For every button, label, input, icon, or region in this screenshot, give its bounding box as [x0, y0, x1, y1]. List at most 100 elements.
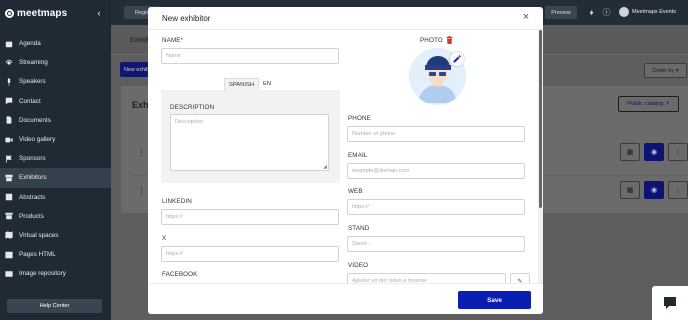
kebab-icon: ⋮ — [674, 149, 682, 156]
sidebar-item-exhibitors[interactable]: Exhibitors — [0, 168, 111, 188]
sidebar-item-documents[interactable]: Documents — [0, 111, 111, 130]
more-options-button[interactable]: ⋮ — [668, 143, 688, 161]
tab-spanish[interactable]: SPANISH — [224, 78, 260, 90]
sidebar-item-abstracts[interactable]: Abstracts — [0, 188, 111, 207]
sidebar-menu: Agenda Streaming Speakers Contact Docume… — [0, 34, 111, 283]
store-icon — [4, 174, 13, 182]
sidebar-item-label: Contact — [19, 97, 41, 105]
collapse-sidebar-icon[interactable]: ‹ — [94, 8, 104, 18]
description-textarea[interactable]: Description ◢ — [170, 114, 329, 171]
save-button[interactable]: Save — [458, 291, 531, 309]
info-icon[interactable]: ⓘ — [602, 8, 611, 17]
sidebar-item-contact[interactable]: Contact — [0, 92, 111, 111]
sidebar-item-label: Abstracts — [19, 193, 46, 201]
public-catalog-button[interactable]: Public catalog ↗ — [618, 96, 679, 112]
edit-photo-button[interactable] — [450, 52, 464, 66]
document-icon — [4, 116, 13, 124]
modal-footer: Save — [148, 283, 543, 314]
scrollbar-thumb[interactable] — [539, 30, 542, 208]
sidebar-item-label: Pages HTML — [19, 251, 56, 259]
sidebar-item-video-gallery[interactable]: Video gallery — [0, 130, 111, 149]
image-icon — [4, 270, 13, 278]
x-label: X — [162, 235, 167, 242]
sidebar-item-agenda[interactable]: Agenda — [0, 34, 111, 53]
modal-title: New exhibitor — [162, 14, 211, 23]
scrollbar[interactable] — [538, 30, 543, 287]
broadcast-icon — [4, 59, 13, 67]
video-label: VIDEO — [348, 262, 369, 269]
sidebar-item-products[interactable]: Products — [0, 207, 111, 226]
sidebar-item-label: Products — [19, 212, 44, 220]
external-link-icon: ↗ — [664, 101, 670, 107]
order-by-button[interactable]: Order by ▾ — [644, 63, 687, 78]
sidebar-item-label: Documents — [19, 116, 51, 124]
photo-label: PHOTO — [420, 37, 443, 44]
x-input[interactable]: https:// — [161, 246, 339, 262]
sidebar-item-label: Agenda — [19, 40, 41, 48]
abstract-icon — [4, 193, 13, 201]
store-action-button[interactable]: ▦ — [620, 181, 640, 199]
sidebar-item-label: Image repository — [19, 270, 66, 278]
email-input[interactable]: example@domain.com — [347, 163, 525, 179]
code-icon — [4, 251, 13, 259]
map-icon — [4, 231, 13, 240]
sidebar-item-pages-html[interactable]: Pages HTML — [0, 245, 111, 264]
web-input[interactable]: https:// — [347, 199, 525, 215]
caret-down-icon: ▾ — [675, 67, 679, 74]
sidebar-item-streaming[interactable]: Streaming — [0, 53, 111, 72]
user-menu[interactable]: Meetmaps Events — [619, 5, 676, 19]
view-button[interactable]: ◉ — [644, 143, 664, 161]
preview-button[interactable]: Preview — [545, 6, 577, 19]
kebab-icon: ⋮ — [674, 187, 682, 194]
sidebar-item-speakers[interactable]: Speakers — [0, 72, 111, 91]
user-name: Meetmaps Events — [632, 9, 677, 15]
linkedin-label: LINKEDIN — [162, 198, 192, 205]
brand-logo[interactable]: meetmaps — [5, 7, 67, 19]
avatar — [619, 7, 629, 17]
phone-label: PHONE — [348, 115, 371, 122]
brand-name: meetmaps — [17, 7, 68, 19]
sidebar-item-label: Streaming — [19, 59, 48, 67]
calendar-icon — [4, 40, 13, 48]
sidebar-item-sponsors[interactable]: Sponsors — [0, 149, 111, 168]
store-action-button[interactable]: ▦ — [620, 143, 640, 161]
tab-en[interactable]: EN — [259, 78, 275, 90]
microphone-icon — [4, 78, 13, 86]
order-by-label: Order by — [652, 67, 675, 74]
video-icon — [4, 136, 13, 144]
sidebar-item-label: Sponsors — [19, 155, 46, 163]
stand-input[interactable]: Stand... — [347, 236, 525, 252]
sidebar-item-label: Virtual spaces — [19, 231, 59, 239]
new-exhibitor-button[interactable]: New exhibitor — [120, 62, 150, 77]
phone-input[interactable]: Number of phone — [347, 126, 525, 142]
sidebar-item-image-repository[interactable]: Image repository — [0, 264, 111, 283]
eye-icon: ◉ — [650, 149, 658, 156]
eye-icon: ◉ — [650, 187, 658, 194]
stand-label: STAND — [348, 225, 370, 232]
description-section: DESCRIPTION Description ◢ — [161, 90, 340, 183]
linkedin-input[interactable]: https:// — [161, 209, 339, 225]
help-center-button[interactable]: Help Center — [7, 299, 102, 313]
chat-bubble-icon — [664, 297, 676, 309]
close-icon[interactable]: × — [521, 11, 531, 23]
trash-icon[interactable] — [446, 36, 453, 44]
more-options-button[interactable]: ⋮ — [668, 181, 688, 199]
view-button[interactable]: ◉ — [644, 181, 664, 199]
chat-icon — [4, 97, 13, 105]
web-label: WEB — [348, 188, 363, 195]
new-exhibitor-modal: New exhibitor × NAME* Name SPANISH EN DE… — [148, 7, 543, 314]
name-input[interactable]: Name — [161, 48, 339, 64]
facebook-label: FACEBOOK — [162, 271, 198, 278]
chat-widget-button[interactable] — [652, 286, 688, 320]
bell-icon[interactable]: ♦ — [587, 8, 596, 17]
store-icon: ▦ — [626, 187, 634, 194]
resize-handle-icon[interactable]: ◢ — [323, 164, 327, 170]
public-catalog-label: Public catalog — [627, 101, 664, 107]
sidebar-item-label: Speakers — [19, 78, 46, 86]
sidebar: meetmaps ‹ Agenda Streaming Speakers Con… — [0, 0, 111, 320]
sidebar-item-label: Exhibitors — [19, 174, 47, 182]
sidebar-item-label: Video gallery — [19, 136, 56, 144]
sidebar-item-virtual-spaces[interactable]: Virtual spaces — [0, 226, 111, 245]
name-label: NAME* — [162, 37, 184, 44]
language-tabs: SPANISH EN — [224, 78, 275, 90]
